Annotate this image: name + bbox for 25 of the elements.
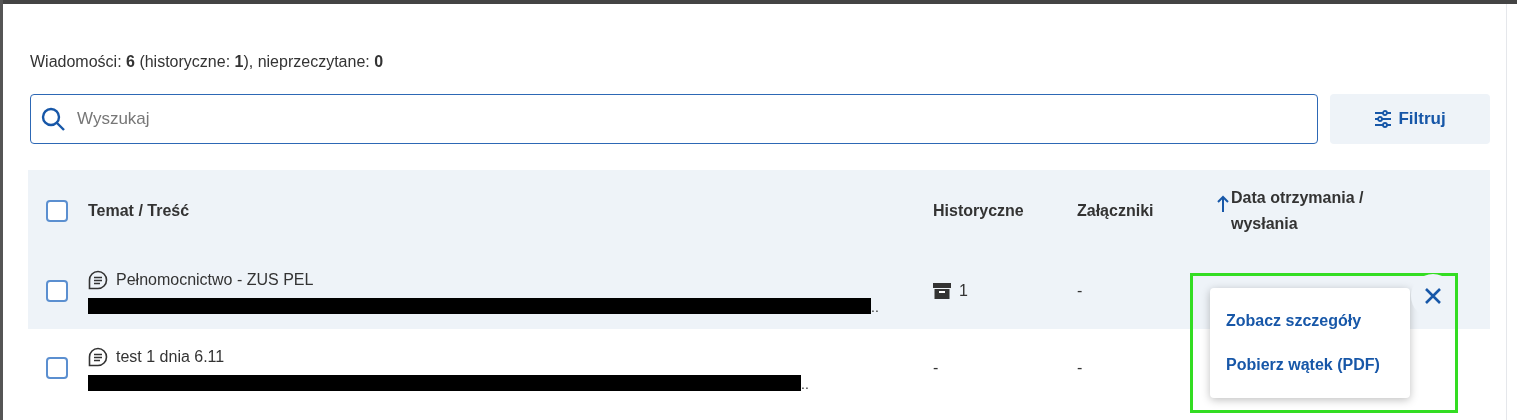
checkbox[interactable]: [46, 279, 68, 302]
attachments-value: -: [1077, 358, 1083, 376]
message-subject[interactable]: test 1 dnia 6.11: [116, 344, 225, 369]
search-field[interactable]: Wyszukaj: [30, 94, 1318, 144]
historical-count: 1: [959, 280, 968, 301]
message-icon: [88, 269, 108, 290]
filter-button[interactable]: Filtruj: [1330, 94, 1490, 144]
message-summary: Wiadomości: 6 (historyczne: 1), nieprzeczytane: 0: [30, 52, 385, 72]
checkbox[interactable]: [46, 200, 68, 222]
column-header: Historyczne: [933, 201, 1024, 221]
message-subject[interactable]: Pełnomocnictwo - ZUS PEL: [116, 267, 314, 292]
close-icon: [1424, 287, 1442, 305]
sliders-icon: [1374, 110, 1393, 128]
menu-item[interactable]: Pobierz wątek (PDF): [1226, 348, 1394, 382]
message-icon: [88, 346, 108, 367]
column-header: Załączniki: [1077, 201, 1154, 221]
search-icon: [40, 106, 66, 132]
preview-ellipsis: ..: [871, 299, 879, 314]
attachments-value: -: [1077, 281, 1083, 299]
column-header: Temat / Treść: [88, 201, 190, 221]
column-header[interactable]: Data otrzymania / wysłania: [1231, 185, 1411, 237]
sort-arrow-icon[interactable]: [1217, 195, 1229, 213]
historical-count: -: [933, 357, 939, 378]
preview-ellipsis: ..: [801, 376, 809, 391]
checkbox[interactable]: [46, 356, 68, 379]
